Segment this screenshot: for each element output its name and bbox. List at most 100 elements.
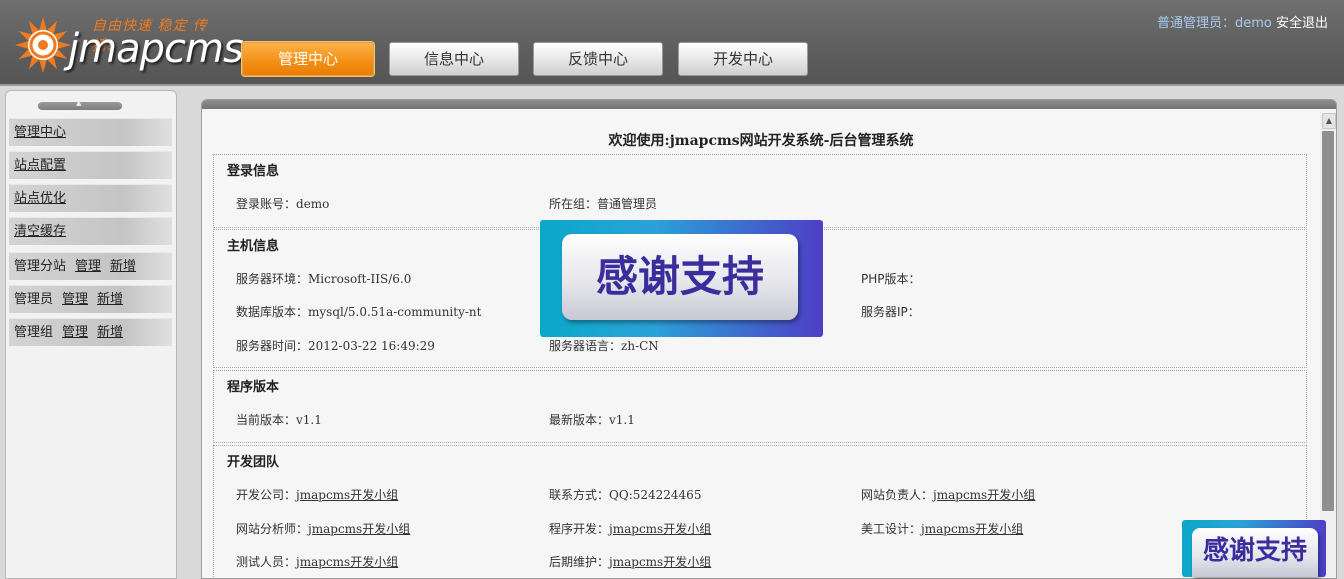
- admins-manage-link[interactable]: 管理: [62, 292, 88, 307]
- server-env-field: 服务器环境：Microsoft-IIS/6.0: [236, 270, 411, 287]
- sidebar-item-admin-center: 管理中心: [9, 118, 172, 146]
- art-design-label: 美工设计：: [861, 522, 922, 536]
- login-account-field: 登录账号：demo: [236, 195, 329, 212]
- server-ip-field: 服务器IP：: [861, 303, 920, 320]
- art-design-field: 美工设计：jmapcms开发小组: [861, 520, 1023, 537]
- server-env-label: 服务器环境：: [236, 272, 309, 286]
- analyst-label: 网站分析师：: [236, 522, 309, 536]
- login-group-value: 普通管理员: [597, 197, 658, 211]
- site-owner-label: 网站负责人：: [861, 488, 934, 502]
- tester-label: 测试人员：: [236, 555, 297, 569]
- php-version-field: PHP版本：: [861, 270, 921, 287]
- sidebar-item-admin-groups: 管理组 管理 新增: [9, 318, 172, 346]
- server-time-field: 服务器时间：2012-03-22 16:49:29: [236, 337, 435, 354]
- sidebar-link-site-config[interactable]: 站点配置: [14, 158, 66, 173]
- sidebar-link-admin-center[interactable]: 管理中心: [14, 125, 66, 140]
- sidebar-item-site-optimize: 站点优化: [9, 184, 172, 212]
- maintenance-link[interactable]: jmapcms开发小组: [609, 555, 711, 569]
- current-version-label: 当前版本：: [236, 413, 297, 427]
- login-account-label: 登录账号：: [236, 197, 297, 211]
- scroll-thumb[interactable]: [1322, 131, 1334, 511]
- current-version-value: v1.1: [296, 413, 322, 427]
- user-role: 普通管理员：: [1156, 16, 1235, 31]
- main-panel-titlebar: [202, 100, 1336, 109]
- maintenance-label: 后期维护：: [549, 555, 610, 569]
- thanks-watermark-small-text: 感谢支持: [1192, 528, 1318, 577]
- substations-manage-link[interactable]: 管理: [75, 259, 101, 274]
- sidebar-item-site-config: 站点配置: [9, 151, 172, 179]
- dev-company-label: 开发公司：: [236, 488, 297, 502]
- analyst-field: 网站分析师：jmapcms开发小组: [236, 520, 410, 537]
- server-env-value: Microsoft-IIS/6.0: [308, 272, 412, 286]
- sidebar-label-substations: 管理分站: [14, 259, 67, 274]
- php-version-label: PHP版本：: [861, 272, 921, 286]
- sidebar-collapse-handle[interactable]: ▲: [38, 99, 122, 110]
- sidebar-link-site-optimize[interactable]: 站点优化: [14, 191, 66, 206]
- contact-label: 联系方式：: [549, 488, 610, 502]
- version-info-box: 程序版本 当前版本：v1.1 最新版本：v1.1: [213, 370, 1307, 443]
- current-version-field: 当前版本：v1.1: [236, 411, 322, 428]
- dev-team-box: 开发团队 开发公司：jmapcms开发小组 联系方式：QQ:524224465 …: [213, 445, 1307, 578]
- dev-company-field: 开发公司：jmapcms开发小组: [236, 486, 398, 503]
- thanks-watermark-large: 感谢支持: [540, 220, 823, 337]
- login-info-box: 登录信息 登录账号：demo 所在组：普通管理员: [213, 154, 1307, 228]
- program-dev-field: 程序开发：jmapcms开发小组: [549, 520, 711, 537]
- maintenance-field: 后期维护：jmapcms开发小组: [549, 553, 711, 570]
- tester-field: 测试人员：jmapcms开发小组: [236, 553, 398, 570]
- thanks-watermark-small: 感谢支持: [1182, 520, 1326, 577]
- latest-version-field: 最新版本：v1.1: [549, 411, 635, 428]
- jmapcms-logo[interactable]: 自由快速 稳定 传播! jmapcms: [14, 12, 244, 76]
- chevron-up-icon: ▲: [76, 99, 82, 107]
- sidebar-item-admins: 管理员 管理 新增: [9, 285, 172, 313]
- site-owner-link[interactable]: jmapcms开发小组: [933, 488, 1035, 502]
- latest-version-value: v1.1: [609, 413, 635, 427]
- main-panel: ▲ 欢迎使用:jmapcms网站开发系统-后台管理系统 登录信息 登录账号：de…: [201, 99, 1337, 579]
- server-time-value: 2012-03-22 16:49:29: [308, 339, 435, 353]
- db-version-field: 数据库版本：mysql/5.0.51a-community-nt: [236, 303, 481, 320]
- server-lang-value: zh-CN: [621, 339, 659, 353]
- login-info-title: 登录信息: [227, 164, 280, 179]
- admins-add-link[interactable]: 新增: [97, 292, 123, 307]
- admin-groups-manage-link[interactable]: 管理: [62, 325, 88, 340]
- server-ip-label: 服务器IP：: [861, 305, 920, 319]
- art-design-link[interactable]: jmapcms开发小组: [921, 522, 1023, 536]
- vertical-scrollbar[interactable]: ▲: [1320, 113, 1336, 578]
- dev-company-link[interactable]: jmapcms开发小组: [296, 488, 398, 502]
- admin-groups-add-link[interactable]: 新增: [97, 325, 123, 340]
- nav-dev-center[interactable]: 开发中心: [678, 42, 808, 76]
- host-info-title: 主机信息: [227, 239, 280, 254]
- db-version-label: 数据库版本：: [236, 305, 309, 319]
- logo-text: jmapcms: [68, 26, 244, 72]
- thanks-watermark-large-text: 感谢支持: [562, 234, 798, 320]
- latest-version-label: 最新版本：: [549, 413, 610, 427]
- db-version-value: mysql/5.0.51a-community-nt: [308, 305, 482, 319]
- contact-value: QQ:524224465: [609, 488, 702, 502]
- left-sidebar: ▲ 管理中心 站点配置 站点优化 清空缓存 管理分站 管理 新增 管理员 管理 新增 管…: [5, 90, 177, 579]
- contact-field: 联系方式：QQ:524224465: [549, 486, 701, 503]
- logout-link[interactable]: 安全退出: [1276, 16, 1328, 31]
- page-title: 欢迎使用:jmapcms网站开发系统-后台管理系统: [608, 133, 914, 149]
- nav-info-center[interactable]: 信息中心: [389, 42, 519, 76]
- sidebar-item-substations: 管理分站 管理 新增: [9, 252, 172, 280]
- top-header: 自由快速 稳定 传播! jmapcms 管理中心 信息中心 反馈中心 开发中心 …: [0, 0, 1344, 86]
- version-info-title: 程序版本: [227, 380, 280, 395]
- sidebar-label-admin-groups: 管理组: [14, 325, 54, 340]
- user-bar: 普通管理员：demo 安全退出: [1157, 12, 1328, 31]
- analyst-link[interactable]: jmapcms开发小组: [308, 522, 410, 536]
- username: demo: [1234, 16, 1272, 31]
- server-time-label: 服务器时间：: [236, 339, 309, 353]
- nav-admin-center[interactable]: 管理中心: [242, 42, 374, 76]
- scroll-up-arrow-icon[interactable]: ▲: [1322, 113, 1336, 129]
- sidebar-link-clear-cache[interactable]: 清空缓存: [14, 224, 66, 239]
- tester-link[interactable]: jmapcms开发小组: [296, 555, 398, 569]
- sun-logo-icon: [15, 17, 71, 73]
- dev-team-title: 开发团队: [227, 455, 280, 470]
- substations-add-link[interactable]: 新增: [110, 259, 136, 274]
- program-dev-label: 程序开发：: [549, 522, 610, 536]
- server-lang-field: 服务器语言：zh-CN: [549, 337, 659, 354]
- sidebar-item-clear-cache: 清空缓存: [9, 217, 172, 245]
- server-lang-label: 服务器语言：: [549, 339, 622, 353]
- program-dev-link[interactable]: jmapcms开发小组: [609, 522, 711, 536]
- login-account-value: demo: [296, 197, 330, 211]
- nav-feedback-center[interactable]: 反馈中心: [533, 42, 663, 76]
